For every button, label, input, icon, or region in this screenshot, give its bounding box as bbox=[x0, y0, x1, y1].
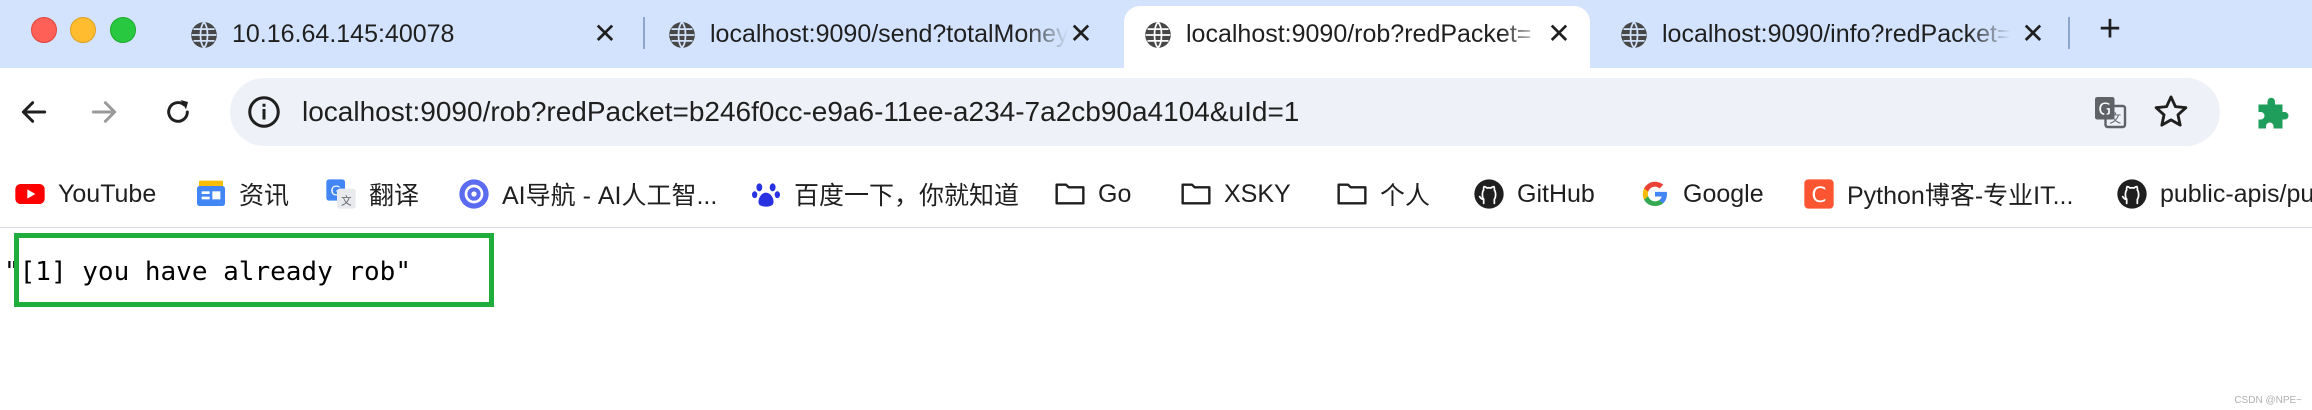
svg-text:文: 文 bbox=[2109, 111, 2121, 126]
back-button[interactable] bbox=[12, 90, 56, 134]
bookmark-ai-nav[interactable]: AI导航 - AI人工智... bbox=[458, 160, 717, 228]
reload-icon bbox=[167, 100, 189, 123]
bookmark-label: Google bbox=[1683, 179, 1764, 208]
youtube-icon bbox=[14, 178, 46, 210]
tab-close-icon[interactable]: ✕ bbox=[1066, 19, 1096, 49]
globe-icon bbox=[1621, 21, 1647, 49]
address-bar[interactable]: localhost:9090/rob?redPacket=b246f0cc-e9… bbox=[230, 78, 2220, 146]
bookmark-folder-go[interactable]: Go bbox=[1054, 160, 1131, 228]
bookmark-news[interactable]: 资讯 bbox=[195, 160, 289, 228]
highlight-box bbox=[14, 233, 494, 307]
browser-toolbar: localhost:9090/rob?redPacket=b246f0cc-e9… bbox=[0, 68, 2312, 160]
new-tab-button[interactable]: + bbox=[2090, 9, 2130, 49]
bookmark-youtube[interactable]: YouTube bbox=[14, 160, 156, 228]
url-text[interactable]: localhost:9090/rob?redPacket=b246f0cc-e9… bbox=[302, 95, 1299, 129]
tab-title: localhost:9090/send?totalMoney= bbox=[710, 20, 1068, 48]
bookmark-label: GitHub bbox=[1517, 179, 1595, 208]
svg-text:文: 文 bbox=[341, 195, 352, 208]
watermark: CSDN @NPE~ bbox=[2234, 395, 2302, 406]
bookmark-translate[interactable]: G文 翻译 bbox=[325, 160, 419, 228]
folder-icon bbox=[1180, 178, 1212, 210]
window-maximize-button[interactable] bbox=[110, 17, 136, 43]
bookmark-label: AI导航 - AI人工智... bbox=[502, 182, 718, 210]
google-news-icon bbox=[195, 178, 227, 210]
globe-icon bbox=[1145, 21, 1171, 49]
bookmark-folder-xsky[interactable]: XSKY bbox=[1180, 160, 1291, 228]
tab-title: localhost:9090/info?redPacket= bbox=[1662, 20, 2010, 48]
bookmark-label: 翻译 bbox=[369, 182, 420, 210]
bookmark-github[interactable]: GitHub bbox=[1473, 160, 1595, 228]
ai-nav-icon bbox=[458, 178, 490, 210]
reload-button[interactable] bbox=[156, 90, 200, 134]
baidu-paw-icon bbox=[750, 178, 782, 210]
translate-icon[interactable]: G 文 bbox=[2092, 94, 2128, 130]
tab-separator bbox=[2068, 17, 2070, 49]
tab-separator bbox=[643, 17, 645, 49]
tab-close-icon[interactable]: ✕ bbox=[590, 19, 620, 49]
window-close-button[interactable] bbox=[31, 17, 57, 43]
folder-icon bbox=[1054, 178, 1086, 210]
bookmark-baidu[interactable]: 百度一下，你就知道 bbox=[750, 160, 1019, 228]
bookmark-label: public-apis/pu bbox=[2160, 179, 2312, 208]
back-arrow-icon bbox=[21, 101, 47, 123]
forward-arrow-icon bbox=[91, 101, 117, 123]
svg-text:C: C bbox=[1812, 183, 1827, 208]
tab-3-active[interactable]: localhost:9090/rob?redPacket= ✕ bbox=[1124, 6, 1590, 68]
bookmark-label: XSKY bbox=[1224, 179, 1291, 208]
extensions-puzzle-icon[interactable] bbox=[2254, 97, 2290, 133]
site-info-icon[interactable] bbox=[246, 94, 282, 130]
github-icon bbox=[2116, 178, 2148, 210]
bookmark-label: 个人 bbox=[1380, 182, 1431, 210]
bookmark-python-blog[interactable]: C Python博客-专业IT... bbox=[1803, 160, 2073, 228]
tab-strip: 10.16.64.145:40078 ✕ localhost:9090/send… bbox=[0, 0, 2312, 68]
github-icon bbox=[1473, 178, 1505, 210]
bookmark-label: Python博客-专业IT... bbox=[1847, 182, 2074, 210]
tab-4[interactable]: localhost:9090/info?redPacket= ✕ bbox=[1600, 6, 2060, 68]
tab-title: localhost:9090/rob?redPacket= bbox=[1186, 20, 1532, 48]
bookmark-label: YouTube bbox=[58, 179, 157, 208]
folder-icon bbox=[1336, 178, 1368, 210]
tab-title: 10.16.64.145:40078 bbox=[232, 20, 455, 48]
bookmark-folder-personal[interactable]: 个人 bbox=[1336, 160, 1430, 228]
page-content: "[1] you have already rob" CSDN @NPE~ bbox=[0, 229, 2312, 410]
globe-icon bbox=[669, 21, 695, 49]
tab-close-icon[interactable]: ✕ bbox=[2018, 19, 2048, 49]
bookmark-label: 百度一下，你就知道 bbox=[794, 182, 1020, 210]
bookmark-google[interactable]: Google bbox=[1639, 160, 1764, 228]
tab-2[interactable]: localhost:9090/send?totalMoney= ✕ bbox=[648, 6, 1113, 68]
bookmark-label: 资讯 bbox=[239, 182, 290, 210]
tab-close-icon[interactable]: ✕ bbox=[1544, 19, 1574, 49]
bookmark-public-apis[interactable]: public-apis/pu bbox=[2116, 160, 2312, 228]
google-translate-icon: G文 bbox=[325, 178, 357, 210]
csdn-c-icon: C bbox=[1803, 178, 1835, 210]
bookmarks-bar: YouTube 资讯 G文 翻译 AI导航 - AI人工智... 百度一下，你就… bbox=[0, 160, 2312, 228]
google-g-icon bbox=[1639, 178, 1671, 210]
globe-icon bbox=[191, 21, 217, 49]
forward-button[interactable] bbox=[82, 90, 126, 134]
bookmark-label: Go bbox=[1098, 179, 1132, 208]
window-minimize-button[interactable] bbox=[70, 17, 96, 43]
star-icon[interactable] bbox=[2152, 93, 2190, 131]
tab-1[interactable]: 10.16.64.145:40078 ✕ bbox=[170, 6, 640, 68]
